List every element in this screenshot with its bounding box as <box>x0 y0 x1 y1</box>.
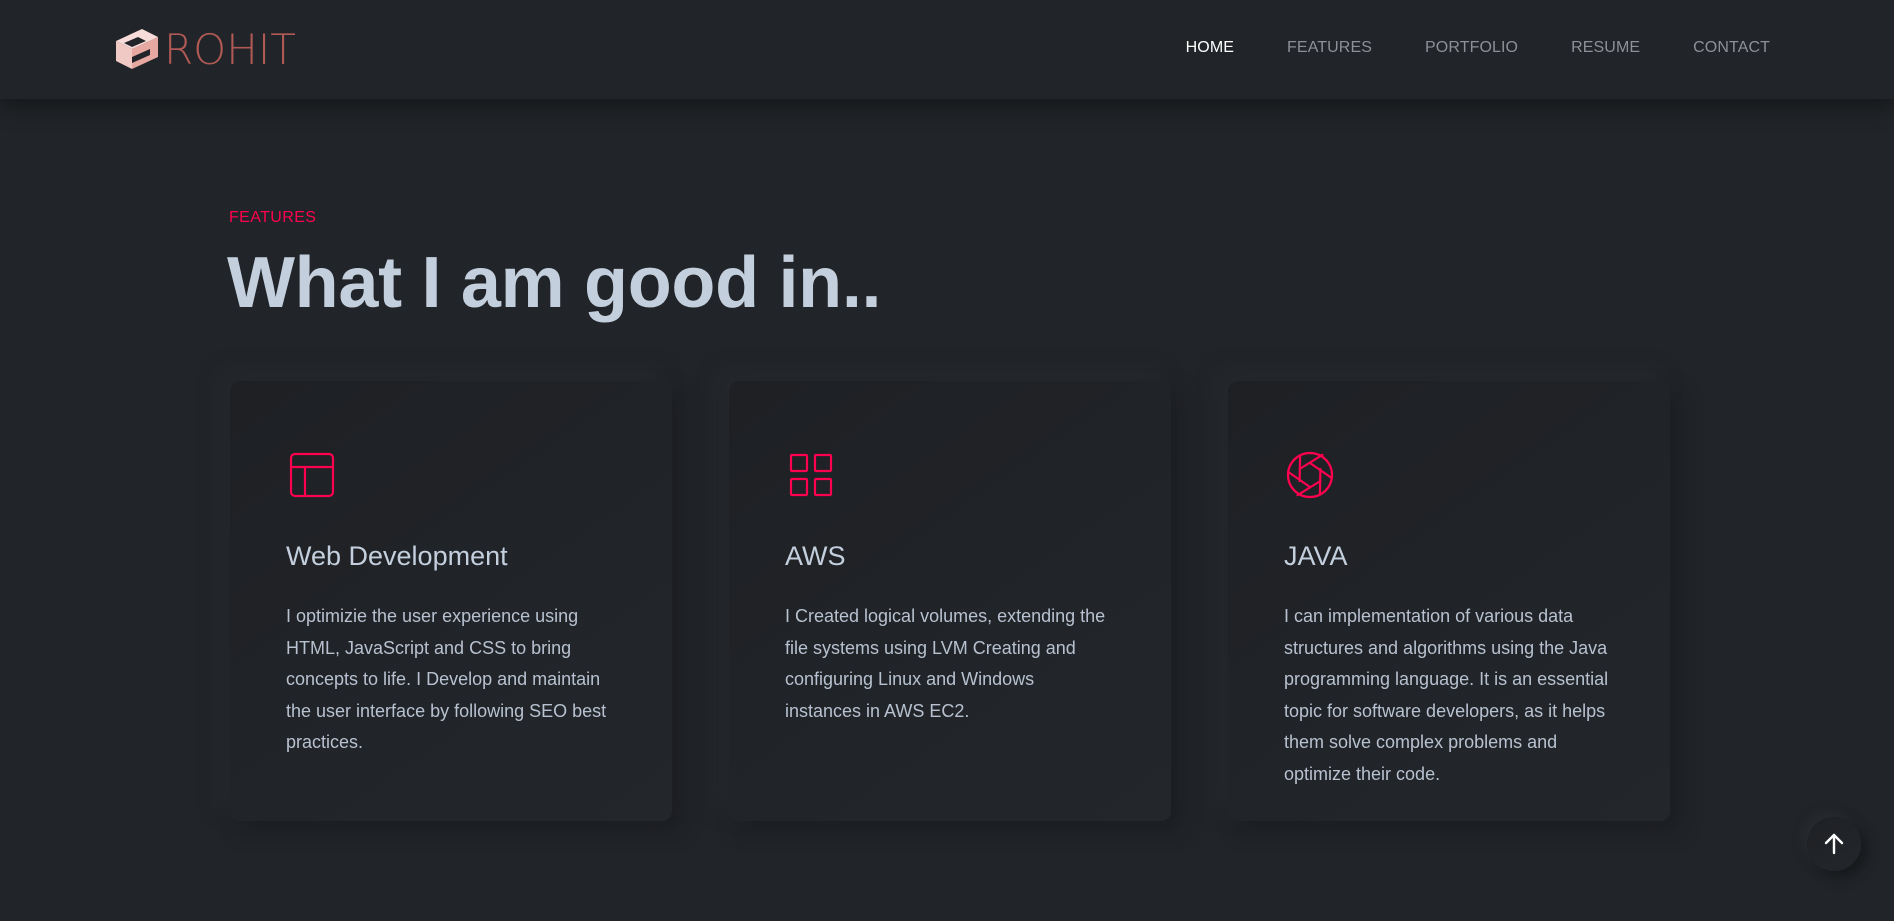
main-nav: HOME FEATURES PORTFOLIO RESUME CONTACT <box>1186 39 1770 57</box>
brand-logo[interactable]: ROHIT <box>114 28 296 72</box>
back-to-top-button[interactable] <box>1807 817 1861 871</box>
card-title: JAVA <box>1284 541 1348 571</box>
section-title: What I am good in.. <box>227 243 882 323</box>
nav-item-home[interactable]: HOME <box>1186 39 1234 57</box>
card-description: I can implementation of various data str… <box>1284 606 1609 784</box>
nav-item-features[interactable]: FEATURES <box>1287 39 1372 57</box>
logo-text: ROHIT <box>164 25 296 74</box>
logo-mark-icon <box>116 29 158 69</box>
nav-item-portfolio[interactable]: PORTFOLIO <box>1425 39 1518 57</box>
card-description: I optimizie the user experience using HT… <box>286 606 607 752</box>
feature-card-aws[interactable]: AWS I Created logical volumes, extending… <box>729 381 1171 821</box>
feature-card-web-development[interactable]: Web Development I optimizie the user exp… <box>230 381 672 821</box>
top-navbar: ROHIT HOME FEATURES PORTFOLIO RESUME CON… <box>0 0 1894 99</box>
section-subtitle: FEATURES <box>229 209 317 226</box>
layout-icon <box>286 449 338 501</box>
grid-icon <box>785 449 837 501</box>
aperture-icon <box>1284 449 1336 501</box>
card-title: Web Development <box>286 541 508 571</box>
card-description: I Created logical volumes, extending the… <box>785 606 1106 721</box>
nav-item-contact[interactable]: CONTACT <box>1693 39 1770 57</box>
arrow-up-icon <box>1824 833 1844 855</box>
card-title: AWS <box>785 541 846 571</box>
feature-card-java[interactable]: JAVA I can implementation of various dat… <box>1228 381 1670 821</box>
nav-item-resume[interactable]: RESUME <box>1571 39 1640 57</box>
